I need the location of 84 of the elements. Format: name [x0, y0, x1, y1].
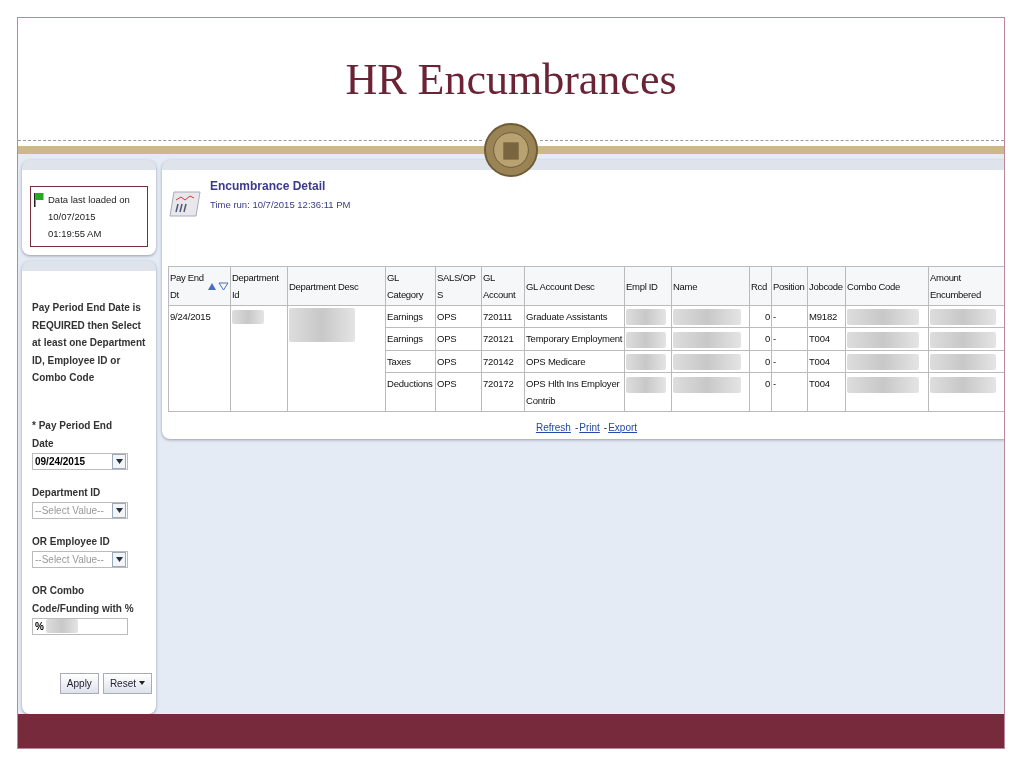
table-cell: OPS Hlth Ins Employer Contrib: [524, 372, 625, 412]
redacted-block: [626, 309, 666, 326]
column-header: GL Category: [385, 266, 436, 306]
report-link[interactable]: Export: [608, 422, 638, 434]
redacted-block: [930, 331, 996, 348]
redacted-block: [847, 376, 919, 393]
caret-icon: [139, 681, 145, 685]
table-cell: Earnings: [385, 305, 436, 328]
table-cell: -: [771, 372, 808, 412]
table-cell: 720111: [481, 305, 525, 328]
redacted-block: [847, 331, 919, 348]
column-header: Combo Code: [845, 266, 929, 306]
table-cell: T004: [807, 372, 846, 412]
redacted-block: [673, 354, 741, 371]
table-cell: M9182: [807, 305, 846, 328]
redacted-block: [626, 376, 666, 393]
table-cell: OPS: [435, 328, 482, 351]
redacted-block: [673, 331, 741, 348]
slide-title: HR Encumbrances: [344, 54, 678, 106]
redacted-block: [930, 376, 996, 393]
table-cell: Deductions: [385, 372, 436, 412]
column-header: Amount Encumbered: [928, 266, 1004, 306]
column-header: Department Desc: [287, 266, 386, 306]
redacted-block: [847, 354, 919, 371]
table-cell: Earnings: [385, 328, 436, 351]
table-cell: OPS: [435, 372, 482, 412]
report-title: Encumbrance Detail: [210, 178, 327, 195]
dropdown-field[interactable]: 09/24/2015: [32, 452, 128, 470]
separator-text: -: [603, 422, 608, 434]
redacted-block: [232, 310, 264, 325]
redacted-block: [847, 309, 919, 326]
status-text: Data last loaded on 10/07/2015 01:19:55 AM: [48, 193, 130, 241]
table-cell: 9/24/2015: [168, 305, 231, 412]
column-header: GL Account: [481, 266, 525, 306]
report-link[interactable]: Print: [579, 422, 600, 434]
report-link[interactable]: Refresh: [535, 422, 571, 434]
table-cell: OPS Medicare: [524, 350, 625, 373]
instructions-text: Pay Period End Date is REQUIRED then Select at least one Department ID, Employee ID or Combo Code: [32, 301, 147, 385]
field-label: OR Combo Code/Funding with %: [32, 583, 135, 616]
column-header: Pay End Dt: [168, 266, 231, 306]
separator-text: -: [574, 422, 579, 434]
chart-icon: [168, 190, 202, 218]
time-run-text: Time run: 10/7/2015 12:36:11 PM: [210, 198, 351, 212]
table-cell: 0: [749, 305, 772, 328]
column-header: Department Id: [230, 266, 288, 306]
column-header: Jobcode: [807, 266, 846, 306]
column-header: Rcd: [749, 266, 772, 306]
field-label: * Pay Period End Date: [32, 418, 114, 451]
table-cell: OPS: [435, 350, 482, 373]
sort-arrows-icon[interactable]: [207, 281, 229, 291]
table-cell: Temporary Employment: [524, 328, 625, 351]
redacted-block: [673, 376, 741, 393]
table-cell: T004: [807, 328, 846, 351]
redacted-block: [673, 309, 741, 326]
input-field[interactable]: %: [32, 617, 128, 635]
field-label: Department ID: [32, 485, 102, 500]
column-header: GL Account Desc: [524, 266, 625, 306]
table-cell: Graduate Assistants: [524, 305, 625, 328]
table-cell: Taxes: [385, 350, 436, 373]
column-header: SALS/OPS: [435, 266, 482, 306]
menu-button[interactable]: Reset: [102, 672, 152, 694]
table-cell: OPS: [435, 305, 482, 328]
table-cell: -: [771, 350, 808, 373]
column-header: Empl ID: [624, 266, 672, 306]
table-cell: 720172: [481, 372, 525, 412]
table-cell: 720142: [481, 350, 525, 373]
table-cell: 720121: [481, 328, 525, 351]
table-cell: 0: [749, 328, 772, 351]
redacted-block: [45, 619, 78, 633]
table-cell: 0: [749, 350, 772, 373]
redacted-block: [289, 308, 355, 342]
flag-icon: [34, 193, 44, 207]
table-cell: -: [771, 328, 808, 351]
table-cell: 0: [749, 372, 772, 412]
redacted-block: [626, 354, 666, 371]
column-header: Name: [671, 266, 750, 306]
redacted-block: [930, 354, 996, 371]
column-header: Position: [771, 266, 808, 306]
field-label: OR Employee ID: [32, 534, 111, 549]
apply-button[interactable]: Apply: [59, 672, 99, 694]
redacted-block: [626, 331, 666, 348]
table-cell: T004: [807, 350, 846, 373]
table-cell: -: [771, 305, 808, 328]
redacted-block: [930, 309, 996, 326]
